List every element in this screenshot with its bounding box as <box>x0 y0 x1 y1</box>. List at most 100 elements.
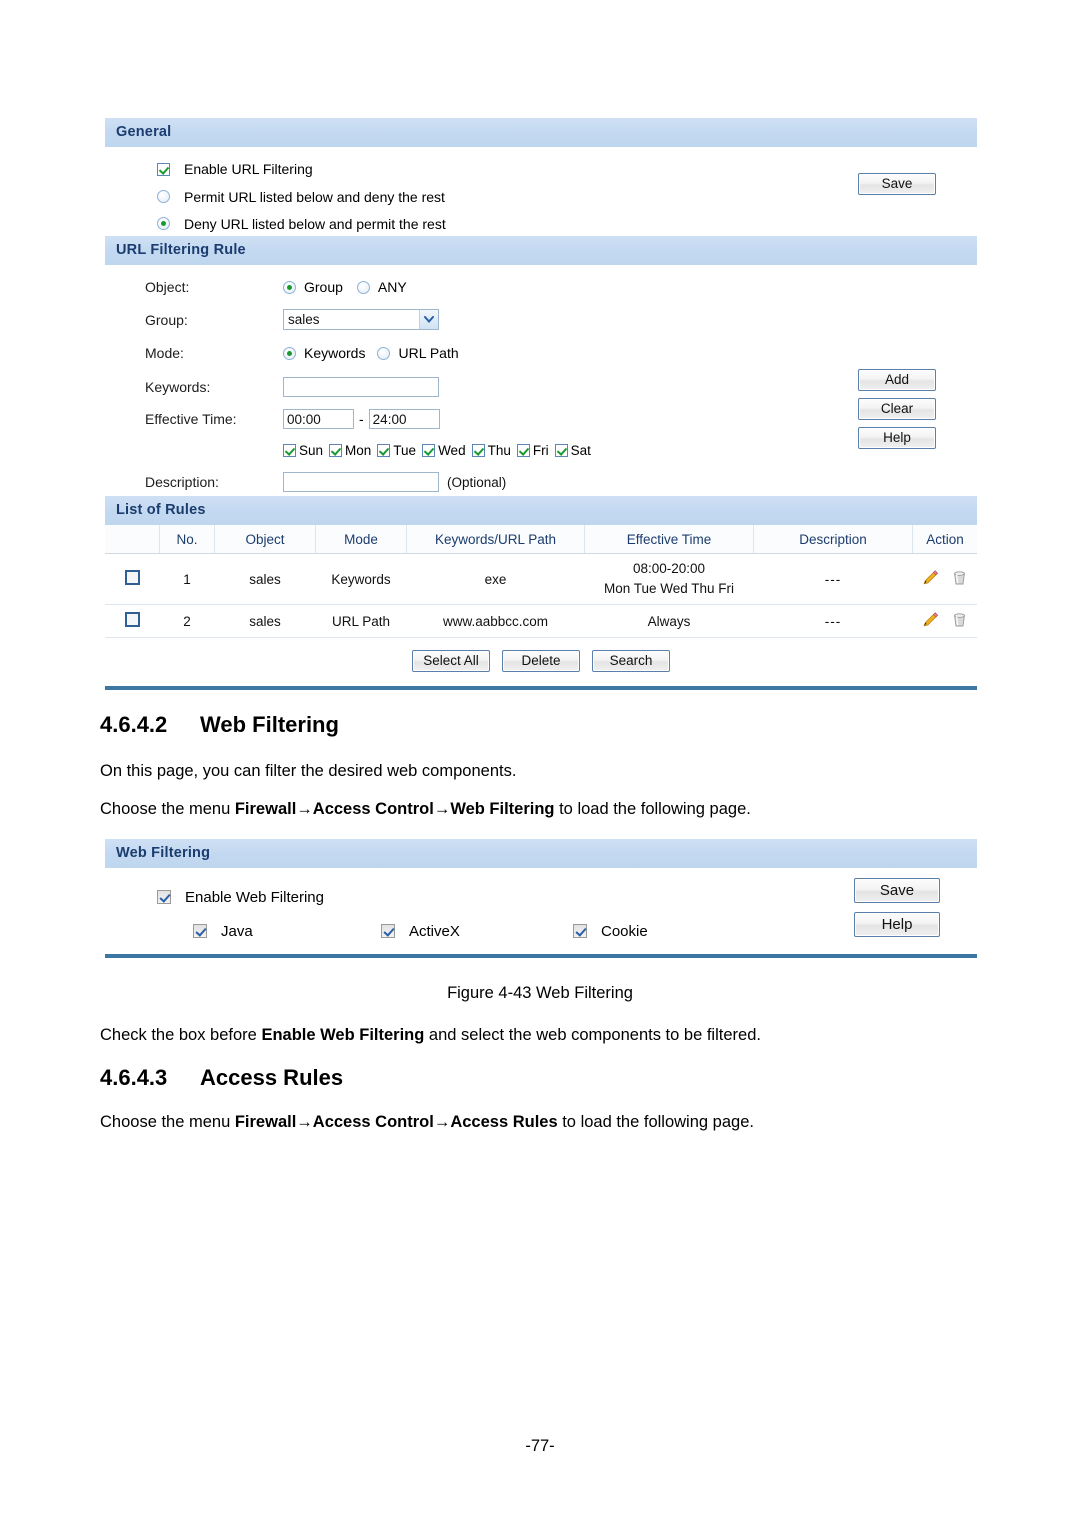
activex-checkbox[interactable] <box>381 924 395 938</box>
menu-prefix: Choose the menu <box>100 1113 235 1131</box>
time-start-input[interactable] <box>283 409 354 429</box>
section-title: Access Rules <box>200 1065 344 1090</box>
web-components-row: Java ActiveX Cookie <box>105 914 817 948</box>
permit-url-radio[interactable] <box>157 190 170 203</box>
effective-time-row: Effective Time: - <box>105 403 817 435</box>
day-sat[interactable]: Sat <box>554 443 591 458</box>
permit-url-label: Permit URL listed below and deny the res… <box>184 188 445 205</box>
day-thu[interactable]: Thu <box>471 442 511 458</box>
help-button[interactable]: Help <box>858 427 936 449</box>
object-group-label: Group <box>304 279 343 295</box>
note-after-figure: Check the box before Enable Web Filterin… <box>100 1024 980 1046</box>
day-tue[interactable]: Tue <box>377 443 416 458</box>
mode-label: Mode: <box>145 345 184 361</box>
general-panel: General Enable URL Filtering Permit URL … <box>105 118 977 237</box>
day-wed-checkbox[interactable] <box>422 443 436 457</box>
clear-button[interactable]: Clear <box>858 398 936 420</box>
enable-url-filtering-row[interactable]: Enable URL Filtering <box>105 147 817 183</box>
enable-web-filtering-row[interactable]: Enable Web Filtering <box>105 868 817 914</box>
section-title: Web Filtering <box>200 712 339 737</box>
col-select <box>105 525 160 554</box>
web-filtering-intro: On this page, you can filter the desired… <box>100 762 517 780</box>
trash-icon[interactable] <box>950 568 969 590</box>
table-header-row: No. Object Mode Keywords/URL Path Effect… <box>105 525 977 554</box>
day-tue-checkbox[interactable] <box>377 443 391 457</box>
description-row: Description: (Optional) <box>105 465 817 499</box>
search-button[interactable]: Search <box>592 650 670 672</box>
row-1-no: 1 <box>159 553 215 605</box>
table-row[interactable]: 2 sales URL Path www.aabbcc.com Always -… <box>105 604 977 638</box>
deny-url-radio[interactable] <box>157 217 170 230</box>
web-filtering-panel-body: Enable Web Filtering Java ActiveX Cookie… <box>105 868 977 948</box>
row-1-object: sales <box>214 553 316 605</box>
permit-url-radio-row[interactable]: Permit URL listed below and deny the res… <box>105 183 817 210</box>
day-wed-label: Wed <box>438 442 466 458</box>
web-filtering-help-button[interactable]: Help <box>854 912 940 937</box>
day-fri[interactable]: Fri <box>516 442 549 458</box>
day-wed[interactable]: Wed <box>422 443 466 458</box>
description-input[interactable] <box>283 472 439 492</box>
general-save-button[interactable]: Save <box>858 173 936 195</box>
cookie-checkbox[interactable] <box>573 924 587 938</box>
time-separator: - <box>359 411 364 427</box>
row-1-keywords: exe <box>406 553 585 605</box>
enable-url-filtering-checkbox[interactable] <box>157 162 170 176</box>
day-sat-checkbox[interactable] <box>554 443 568 457</box>
java-label: Java <box>221 922 253 940</box>
note-prefix: Check the box before <box>100 1026 262 1044</box>
deny-url-radio-row[interactable]: Deny URL listed below and permit the res… <box>105 210 817 237</box>
table-action-buttons: Select All Delete Search <box>105 638 977 680</box>
table-row[interactable]: 1 sales Keywords exe 08:00-20:00 Mon Tue… <box>105 553 977 605</box>
url-filtering-rule-body: Object: Group ANY Group: sales Mode: Key… <box>105 265 977 499</box>
url-filtering-rule-panel: URL Filtering Rule Object: Group ANY Gro… <box>105 236 977 499</box>
row-2-checkbox[interactable] <box>124 612 140 627</box>
pencil-icon[interactable] <box>921 568 940 590</box>
day-sun[interactable]: Sun <box>283 443 323 458</box>
row-2-effective-time: Always <box>584 604 754 638</box>
group-select[interactable]: sales <box>283 309 439 330</box>
panel-divider <box>105 954 977 958</box>
menu-suffix: to load the following page. <box>557 1113 754 1131</box>
day-mon[interactable]: Mon <box>329 443 371 458</box>
group-row: Group: sales <box>105 303 817 336</box>
mode-keywords-radio[interactable] <box>283 346 296 360</box>
day-fri-checkbox[interactable] <box>516 443 530 457</box>
row-select-cell[interactable] <box>105 604 160 638</box>
row-1-effective-time-line2: Mon Tue Wed Thu Fri <box>603 581 735 596</box>
object-row: Object: Group ANY <box>105 265 817 303</box>
row-2-object: sales <box>214 604 316 638</box>
row-select-cell[interactable] <box>105 553 160 605</box>
day-mon-checkbox[interactable] <box>329 443 343 457</box>
day-checkbox-group: Sun Mon Tue Wed Thu Fri Sat <box>283 443 595 458</box>
mode-urlpath-radio[interactable] <box>377 346 391 360</box>
select-all-button[interactable]: Select All <box>412 650 490 672</box>
add-button[interactable]: Add <box>858 369 936 391</box>
general-panel-title: General <box>105 118 977 147</box>
col-object: Object <box>214 525 316 554</box>
object-any-radio[interactable] <box>356 280 370 294</box>
java-checkbox[interactable] <box>193 924 207 938</box>
web-filtering-panel: Web Filtering Enable Web Filtering Java … <box>105 839 977 958</box>
object-group-radio[interactable] <box>283 280 296 294</box>
trash-icon[interactable] <box>950 610 969 632</box>
section-number: 4.6.4.3 <box>100 1065 168 1090</box>
day-fri-label: Fri <box>532 442 549 458</box>
keywords-input[interactable] <box>283 376 439 397</box>
day-thu-label: Thu <box>487 442 511 458</box>
day-tue-label: Tue <box>393 442 417 458</box>
time-end-input[interactable] <box>368 409 440 429</box>
enable-web-filtering-checkbox[interactable] <box>157 890 171 904</box>
delete-button[interactable]: Delete <box>502 650 580 672</box>
row-1-checkbox[interactable] <box>124 570 140 585</box>
pencil-icon[interactable] <box>921 610 940 632</box>
list-of-rules-title: List of Rules <box>105 496 977 525</box>
day-sun-label: Sun <box>299 442 324 458</box>
description-hint: (Optional) <box>447 474 507 490</box>
access-rules-menu-line: Choose the menu Firewall→Access Control→… <box>100 1111 980 1133</box>
row-2-actions <box>912 604 977 638</box>
col-mode: Mode <box>315 525 407 554</box>
day-sun-checkbox[interactable] <box>283 443 296 457</box>
web-filtering-save-button[interactable]: Save <box>854 878 940 903</box>
day-thu-checkbox[interactable] <box>471 443 485 457</box>
chevron-down-icon[interactable] <box>419 310 438 329</box>
